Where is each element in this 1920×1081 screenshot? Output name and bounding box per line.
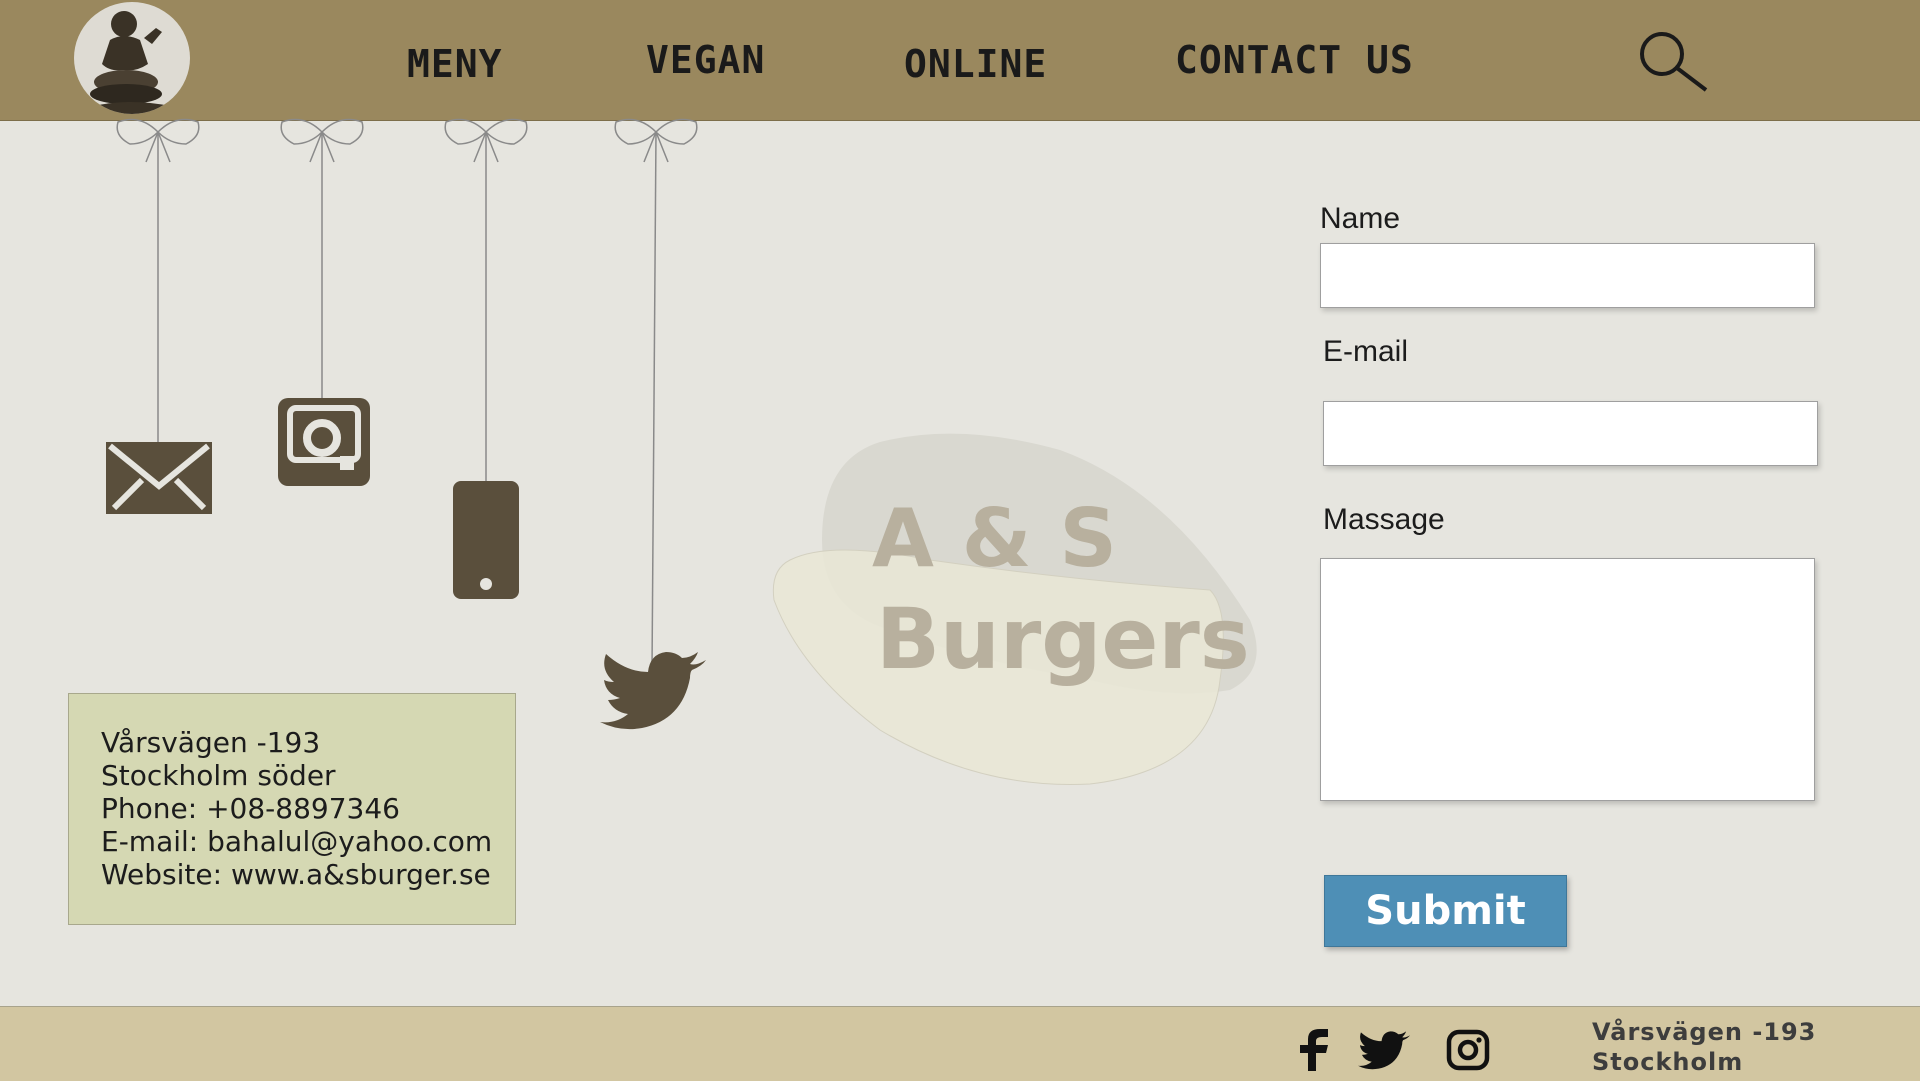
chef-avatar-icon bbox=[90, 11, 170, 114]
address-area: Stockholm söder bbox=[101, 759, 336, 792]
message-label: Massage bbox=[1323, 503, 1445, 536]
address-email: E-mail: bahalul@yahoo.com bbox=[101, 825, 493, 858]
nav-vegan[interactable]: VEGAN bbox=[646, 38, 765, 82]
search-button[interactable] bbox=[1636, 30, 1708, 94]
twitter-icon[interactable] bbox=[1358, 1029, 1412, 1071]
site-header: MENY VEGAN ONLINE CONTACT US bbox=[0, 0, 1920, 121]
footer-address-line-2: Stockholm bbox=[1592, 1048, 1744, 1076]
nav-online[interactable]: ONLINE bbox=[904, 42, 1047, 86]
twitter-bird-icon[interactable] bbox=[600, 650, 710, 730]
logo[interactable] bbox=[74, 2, 190, 114]
brand-line-1: A & S bbox=[872, 492, 1117, 585]
footer-address-line-1: Vårsvägen -193 bbox=[1592, 1018, 1817, 1046]
brand-line-2: Burgers bbox=[876, 590, 1250, 688]
camera-icon[interactable] bbox=[276, 396, 372, 488]
nav-contact-us[interactable]: CONTACT US bbox=[1175, 38, 1414, 82]
address-website: Website: www.a&sburger.se bbox=[101, 858, 491, 891]
footer-address: Vårsvägen -193 Stockholm bbox=[1592, 1017, 1816, 1077]
message-textarea[interactable] bbox=[1320, 558, 1815, 801]
site-footer: Vårsvägen -193 Stockholm bbox=[0, 1006, 1920, 1081]
email-input[interactable] bbox=[1323, 401, 1818, 466]
instagram-icon[interactable] bbox=[1446, 1029, 1490, 1071]
name-label: Name bbox=[1320, 202, 1401, 235]
email-label: E-mail bbox=[1323, 335, 1409, 368]
phone-icon[interactable] bbox=[452, 480, 520, 600]
address-card: Vårsvägen -193 Stockholm söder Phone: +0… bbox=[68, 693, 516, 925]
address-street: Vårsvägen -193 bbox=[101, 726, 321, 759]
envelope-icon[interactable] bbox=[104, 440, 214, 516]
submit-button[interactable]: Submit bbox=[1324, 875, 1567, 947]
nav-meny[interactable]: MENY bbox=[407, 42, 503, 86]
name-input[interactable] bbox=[1320, 243, 1815, 308]
facebook-icon[interactable] bbox=[1288, 1029, 1332, 1071]
search-icon bbox=[1640, 32, 1708, 92]
address-phone: Phone: +08-8897346 bbox=[101, 792, 400, 825]
